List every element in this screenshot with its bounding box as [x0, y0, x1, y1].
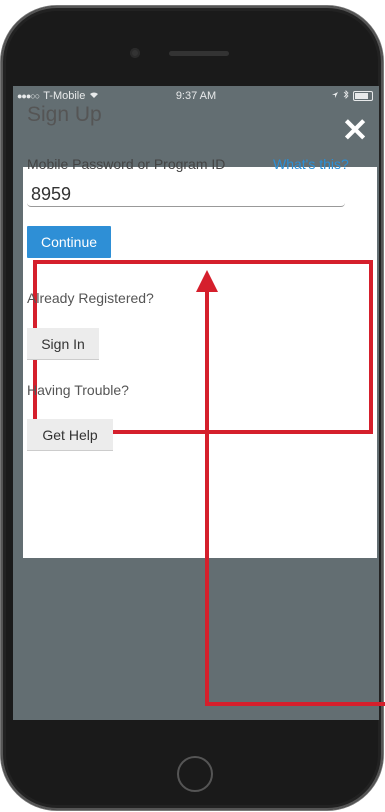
annotation-arrow [196, 270, 385, 706]
